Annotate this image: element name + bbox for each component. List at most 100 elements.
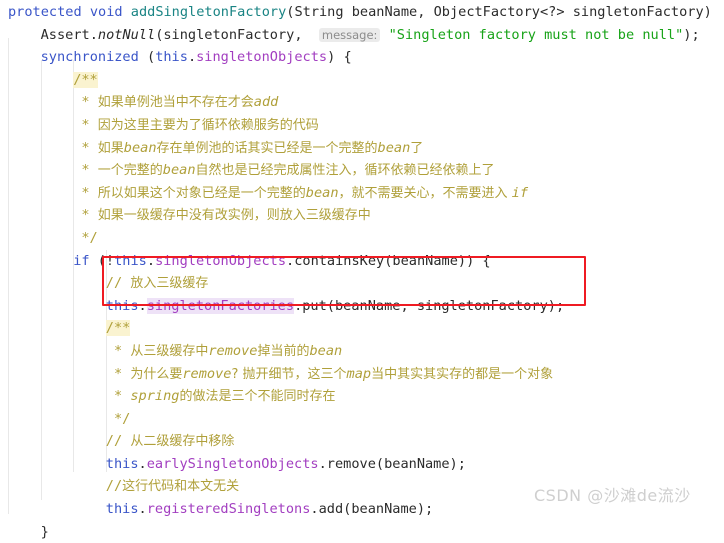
code-token: notNull <box>97 26 156 43</box>
code-line: * 如果单例池当中不存在才会add <box>0 91 724 114</box>
code-line: // 从二级缓存中移除 <box>0 430 724 453</box>
code-token: bean <box>162 162 196 179</box>
code-token: . <box>138 455 147 472</box>
code-line: this.earlySingletonObjects.remove(beanNa… <box>0 453 724 476</box>
code-token: 为什么要 <box>130 366 183 382</box>
code-line: * 为什么要remove? 抛开细节，这三个map当中其实其实存的都是一个对象 <box>0 363 724 386</box>
code-token: 一个完整的 <box>97 163 163 179</box>
code-token: . <box>146 252 156 269</box>
code-token: bean <box>309 342 343 359</box>
code-line: this.singletonFactories.put(beanName, si… <box>0 295 724 318</box>
code-token: * <box>73 139 98 156</box>
code-token: ? 抛开细节，这三个 <box>231 366 347 382</box>
code-token: 所以如果这个对象已经是一个完整的 <box>97 185 306 201</box>
code-line: synchronized (this.singletonObjects) { <box>0 46 724 69</box>
code-line: /** <box>0 69 724 92</box>
code-token: addSingletonFactory <box>130 4 287 20</box>
code-token: singletonObjects <box>155 252 287 269</box>
code-line: protected void addSingletonFactory(Strin… <box>0 1 724 24</box>
code-token: 自然也是已经完成属性注入，循环依赖已经依赖上了 <box>195 163 495 179</box>
code-editor[interactable]: protected void addSingletonFactory(Strin… <box>0 0 724 540</box>
code-token: (String beanName, ObjectFactory<?> singl… <box>286 4 712 20</box>
code-token: 如果一级缓存中没有改实例，则放入三级缓存中 <box>97 208 371 224</box>
code-token: singletonFactories <box>146 297 295 314</box>
code-token: add <box>253 94 279 111</box>
code-line: * spring的做法是三个不能同时存在 <box>0 385 724 408</box>
code-token: this <box>105 501 139 518</box>
code-token: ); <box>683 26 700 43</box>
code-line: */ <box>0 227 724 250</box>
code-token: . <box>138 297 147 314</box>
code-token: * <box>73 162 98 179</box>
code-token: 如果 <box>97 140 124 156</box>
code-token: spring <box>130 388 180 405</box>
code-line: Assert.notNull(singletonFactory, message… <box>0 24 724 47</box>
code-token: // <box>105 275 131 292</box>
code-token: remove <box>208 342 258 359</box>
code-token: this <box>105 297 139 314</box>
code-token: 了 <box>410 140 424 156</box>
code-token: if <box>73 252 98 269</box>
code-token: * <box>105 365 131 382</box>
code-line: if (!this.singletonObjects.containsKey(b… <box>0 250 724 273</box>
code-line: /** <box>0 317 724 340</box>
code-token: } <box>40 523 49 540</box>
code-token: */ <box>105 410 131 427</box>
code-token: void <box>89 4 131 20</box>
code-token: this <box>105 455 139 472</box>
code-token: protected <box>8 4 90 20</box>
code-line: * 一个完整的bean自然也是已经完成属性注入，循环依赖已经依赖上了 <box>0 159 724 182</box>
code-token: 从二级缓存中移除 <box>130 434 235 450</box>
code-token: 这行代码和本文无关 <box>122 479 240 495</box>
code-content[interactable]: protected void addSingletonFactory(Strin… <box>0 0 724 543</box>
code-token: singletonObjects <box>196 49 328 66</box>
code-token: ，就不需要关心，不需要进入 <box>338 185 512 201</box>
code-token: 当中其实其实存的都是一个对象 <box>371 366 554 382</box>
code-token: (singletonFactory, <box>155 26 319 43</box>
code-token: 放入三级缓存 <box>130 276 209 292</box>
csdn-watermark: CSDN @沙滩de流沙 <box>534 486 691 505</box>
code-token: .add(beanName); <box>310 501 434 518</box>
code-token: * <box>105 342 131 359</box>
code-line: * 从三级缓存中remove掉当前的bean <box>0 340 724 363</box>
code-token: ) { <box>327 49 352 66</box>
code-token: // <box>105 433 131 450</box>
code-token: ( <box>147 49 156 66</box>
code-token: "Singleton factory must not be null" <box>388 26 684 43</box>
code-token: .remove(beanName); <box>318 455 466 472</box>
code-token: . <box>138 501 147 518</box>
code-token: this <box>114 252 147 269</box>
code-line: * 如果bean存在单例池的话其实已经是一个完整的bean了 <box>0 137 724 160</box>
code-line: * 如果一级缓存中没有改实例，则放入三级缓存中 <box>0 204 724 227</box>
code-token: 掉当前的 <box>257 343 310 359</box>
code-token: 的做法是三个不能同时存在 <box>179 389 336 405</box>
code-token: earlySingletonObjects <box>146 455 319 472</box>
code-token: * <box>73 116 98 133</box>
code-token: 如果单例池当中不存在才会 <box>97 95 254 111</box>
code-token: map <box>346 365 372 382</box>
code-line: * 因为这里主要为了循环依赖服务的代码 <box>0 114 724 137</box>
code-token: * <box>73 184 98 201</box>
code-token: * <box>105 388 131 405</box>
code-line: } <box>0 521 724 543</box>
code-token: /** <box>105 320 131 337</box>
code-token: * <box>73 207 98 224</box>
code-token: .containsKey(beanName)) { <box>286 252 491 269</box>
code-token: . <box>187 49 197 66</box>
code-token: 存在单例池的话其实已经是一个完整的 <box>156 140 378 156</box>
code-token: if <box>511 184 529 201</box>
code-token: 从三级缓存中 <box>130 343 209 359</box>
code-token: bean <box>123 139 157 156</box>
code-line: // 放入三级缓存 <box>0 272 724 295</box>
code-token: /** <box>73 71 98 88</box>
code-token: Assert. <box>40 26 98 43</box>
code-token: remove <box>182 365 232 382</box>
code-token: bean <box>305 184 339 201</box>
code-token: this <box>155 49 188 66</box>
code-token: // <box>105 478 123 495</box>
code-token: 因为这里主要为了循环依赖服务的代码 <box>97 117 319 133</box>
code-token: message: <box>318 27 381 42</box>
code-token: */ <box>73 229 98 246</box>
code-token: bean <box>377 139 411 156</box>
